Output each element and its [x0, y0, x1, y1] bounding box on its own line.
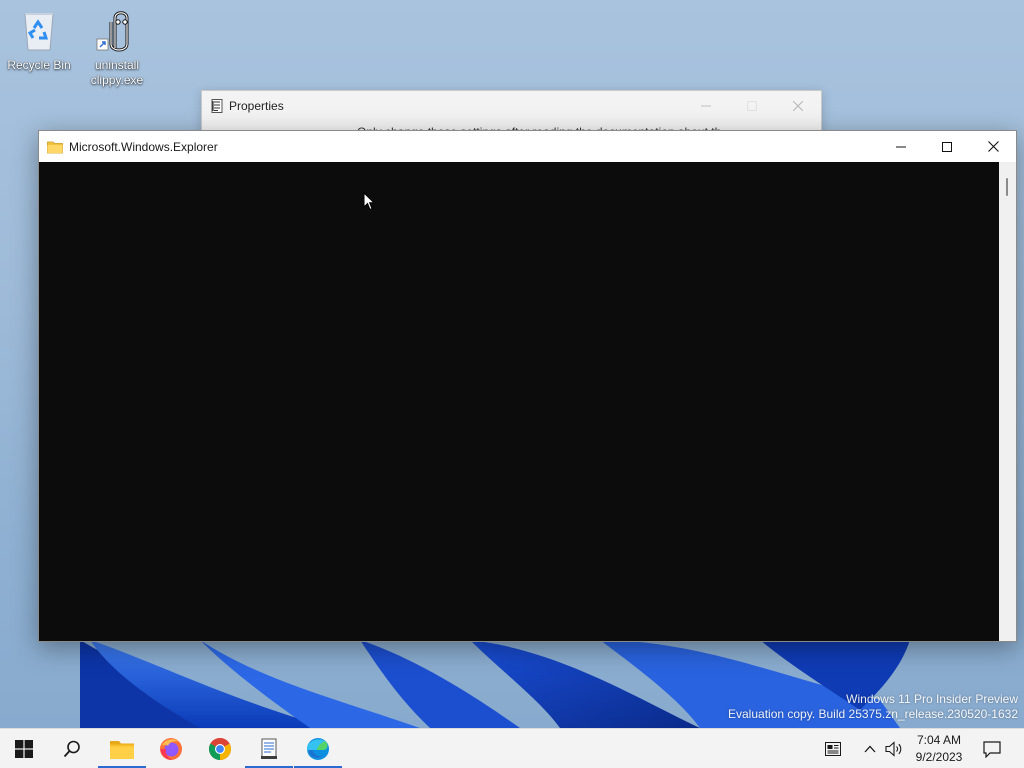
minimize-icon — [701, 105, 711, 107]
explorer-titlebar[interactable]: Microsoft.Windows.Explorer — [39, 131, 1016, 162]
windows-logo-icon — [15, 740, 33, 758]
properties-maximize-button[interactable] — [729, 91, 775, 121]
volume-button[interactable] — [882, 729, 906, 768]
explorer-maximize-button[interactable] — [924, 131, 970, 162]
vertical-scrollbar[interactable] — [999, 162, 1016, 641]
speaker-icon — [885, 741, 902, 757]
clock-time: 7:04 AM — [916, 733, 962, 747]
taskbar-edge[interactable] — [294, 729, 342, 768]
folder-icon — [110, 741, 134, 759]
notepad-icon — [261, 738, 277, 759]
news-widget-button[interactable] — [820, 729, 846, 768]
taskbar-file-explorer[interactable] — [98, 729, 146, 768]
close-icon — [987, 141, 999, 152]
mouse-pointer-icon — [363, 191, 376, 214]
explorer-minimize-button[interactable] — [878, 131, 924, 162]
evaluation-watermark: Windows 11 Pro Insider Preview Evaluatio… — [728, 692, 1018, 722]
watermark-line-2: Evaluation copy. Build 25375.zn_release.… — [728, 707, 1018, 721]
properties-title: Properties — [229, 99, 284, 113]
folder-icon — [47, 140, 63, 154]
properties-minimize-button[interactable] — [683, 91, 729, 121]
system-clock[interactable]: 7:04 AM 9/2/2023 — [910, 732, 968, 766]
desktop-icon-recycle-bin[interactable]: Recycle Bin — [2, 8, 76, 73]
firefox-icon — [160, 738, 182, 760]
console-output-area[interactable] — [39, 162, 999, 641]
notification-center-button[interactable] — [976, 729, 1008, 768]
scrollbar-thumb[interactable] — [1006, 178, 1008, 196]
start-button[interactable] — [0, 729, 48, 768]
taskbar-firefox[interactable] — [147, 729, 195, 768]
explorer-window[interactable]: Microsoft.Windows.Explorer — [38, 130, 1017, 642]
minimize-icon — [896, 146, 906, 147]
properties-close-button[interactable] — [775, 91, 821, 121]
paperclip-icon — [95, 8, 139, 54]
watermark-line-1: Windows 11 Pro Insider Preview — [846, 692, 1018, 706]
desktop-icon-label: Recycle Bin — [7, 58, 71, 72]
properties-icon — [211, 99, 223, 113]
taskbar-notepad[interactable] — [245, 729, 293, 768]
edge-icon — [307, 738, 329, 760]
chrome-icon — [209, 738, 231, 760]
show-hidden-icons-button[interactable] — [860, 729, 880, 768]
news-icon — [825, 742, 841, 756]
maximize-icon — [942, 141, 952, 152]
maximize-icon — [747, 101, 757, 111]
desktop-icon-uninstall-clippy[interactable]: uninstall clippy.exe — [80, 8, 154, 88]
close-icon — [793, 101, 803, 111]
desktop-icon-label: uninstall clippy.exe — [90, 58, 144, 87]
taskbar-chrome[interactable] — [196, 729, 244, 768]
clock-date: 9/2/2023 — [915, 750, 963, 764]
explorer-title: Microsoft.Windows.Explorer — [69, 139, 218, 154]
recycle-bin-icon — [17, 8, 61, 54]
chevron-up-icon — [864, 745, 876, 753]
notification-icon — [983, 740, 1001, 758]
search-icon — [63, 740, 80, 758]
search-button[interactable] — [48, 729, 96, 768]
taskbar: 7:04 AM 9/2/2023 — [0, 728, 1024, 768]
explorer-close-button[interactable] — [970, 131, 1016, 162]
